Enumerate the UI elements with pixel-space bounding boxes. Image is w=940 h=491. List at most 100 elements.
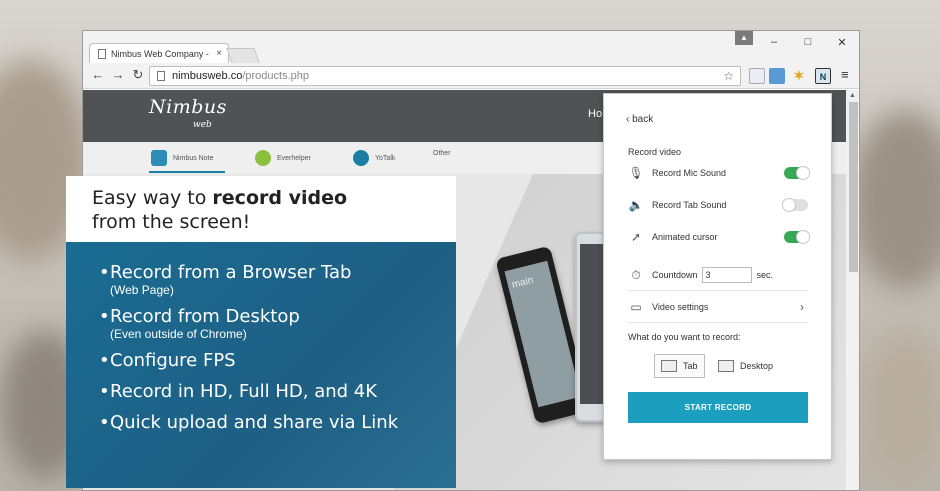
feature-title: Record in HD, Full HD, and 4K <box>110 381 456 403</box>
subnav-active-indicator <box>149 171 225 173</box>
extension-icon[interactable] <box>769 68 785 84</box>
toggle-knob <box>782 198 796 212</box>
record-target-question: What do you want to record: <box>628 332 741 342</box>
yotalk-icon <box>353 150 369 166</box>
promo-heading-bold: record video <box>212 187 348 209</box>
feature-list: Record from a Browser Tab (Web Page) Rec… <box>66 242 456 488</box>
reload-icon[interactable]: ↻ <box>131 68 145 82</box>
cursor-icon: ➚ <box>630 230 642 244</box>
feature-item: Configure FPS <box>110 350 456 372</box>
subnav-item-yotalk[interactable]: YoTalk <box>353 150 395 166</box>
url-path: /products.php <box>242 70 309 82</box>
subnav-label: Everhelper <box>277 154 311 162</box>
mic-sound-toggle[interactable] <box>784 166 810 180</box>
feature-subtitle: (Even outside of Chrome) <box>110 327 247 341</box>
extension-icon[interactable]: ✶ <box>791 68 807 84</box>
tab-icon <box>661 360 677 372</box>
back-label: back <box>632 114 654 125</box>
feature-title: Configure FPS <box>110 350 456 372</box>
feature-item: Quick upload and share via Link <box>110 412 456 434</box>
stopwatch-icon: ⏱ <box>631 267 641 282</box>
feature-title: Record from Desktop <box>110 306 456 328</box>
tab-close-icon[interactable]: × <box>216 48 222 59</box>
record-tab-label: Tab <box>683 361 698 371</box>
title-bar: Nimbus Web Company - N × ▲ – □ ✕ <box>83 31 859 63</box>
logo-subtext: web <box>193 120 212 130</box>
page-icon <box>157 71 165 81</box>
option-tab-sound: 🔈 Record Tab Sound <box>628 194 808 216</box>
nimbus-logo[interactable]: Nimbus web <box>149 96 227 130</box>
feature-item: Record from a Browser Tab (Web Page) <box>110 262 456 297</box>
animated-cursor-toggle[interactable] <box>784 230 810 244</box>
new-tab-button[interactable] <box>226 48 260 63</box>
feature-title: Quick upload and share via Link <box>110 412 456 434</box>
promo-heading-prefix: Easy way to <box>92 187 213 209</box>
menu-icon[interactable]: ≡ <box>841 67 849 82</box>
video-settings-label: Video settings <box>652 302 709 312</box>
record-desktop-label: Desktop <box>740 361 774 371</box>
tab-title: Nimbus Web Company - N <box>111 48 211 59</box>
record-tab-option[interactable]: Tab <box>654 354 705 378</box>
divider <box>628 290 808 291</box>
promo-card: Easy way to record video from the screen… <box>66 176 456 488</box>
countdown-unit: sec. <box>756 270 774 280</box>
record-video-popup: ‹ back Record video 🎙 Record Mic Sound 🔈… <box>603 93 832 460</box>
option-label: Record Mic Sound <box>652 168 727 178</box>
countdown-input[interactable]: 3 <box>701 267 752 283</box>
maximize-button[interactable]: □ <box>801 36 815 48</box>
speaker-icon: 🔈 <box>628 198 644 212</box>
page-scrollbar[interactable]: ▲ <box>846 90 859 490</box>
back-link[interactable]: ‹ back <box>626 114 653 125</box>
background-blur <box>850 110 940 290</box>
bookmark-star-icon[interactable]: ☆ <box>723 69 734 83</box>
promo-heading: Easy way to record video from the screen… <box>66 176 456 242</box>
feature-item: Record in HD, Full HD, and 4K <box>110 381 456 403</box>
subnav-item-everhelper[interactable]: Everhelper <box>255 150 311 166</box>
subnav-item-other[interactable]: Other <box>433 150 451 157</box>
url-host: nimbusweb.co <box>172 70 243 82</box>
scroll-up-icon[interactable]: ▲ <box>849 92 856 99</box>
monitor-icon <box>718 360 734 372</box>
divider <box>628 322 808 323</box>
chevron-right-icon: › <box>800 300 804 314</box>
nav-home-link[interactable]: Ho <box>588 108 602 120</box>
countdown-label: Countdown <box>652 270 698 280</box>
video-settings-row[interactable]: ▭ Video settings › <box>628 296 808 318</box>
minimize-button[interactable]: – <box>767 36 781 48</box>
scroll-thumb[interactable] <box>849 102 858 272</box>
nimbus-note-icon <box>151 150 167 166</box>
option-animated-cursor: ➚ Animated cursor <box>628 226 810 248</box>
feature-item: Record from Desktop (Even outside of Chr… <box>110 306 456 341</box>
toggle-knob <box>796 166 810 180</box>
toggle-knob <box>796 230 810 244</box>
video-camera-icon: ▭ <box>630 300 642 314</box>
feature-subtitle: (Web Page) <box>110 283 174 297</box>
subnav-label: Other <box>433 150 451 157</box>
forward-arrow-icon[interactable]: → <box>111 68 125 82</box>
extension-icon[interactable] <box>749 68 765 84</box>
record-desktop-option[interactable]: Desktop <box>712 354 779 378</box>
subnav-item-nimbus-note[interactable]: Nimbus Note <box>151 150 213 166</box>
phone-screen <box>580 244 604 404</box>
section-title: Record video <box>628 147 682 157</box>
logo-text: Nimbus <box>149 96 227 118</box>
option-label: Animated cursor <box>652 232 718 242</box>
background-blur <box>860 330 940 480</box>
back-arrow-icon[interactable]: ← <box>91 68 105 82</box>
countdown-row: ⏱ Countdown 3 sec. <box>628 264 808 286</box>
start-record-button[interactable]: START RECORD <box>628 392 808 423</box>
promo-heading-line1: Easy way to record video <box>92 186 456 210</box>
nimbus-extension-icon[interactable]: N <box>815 68 831 84</box>
tab-sound-toggle[interactable] <box>782 198 808 212</box>
close-window-button[interactable]: ✕ <box>835 36 849 49</box>
everhelper-icon <box>255 150 271 166</box>
option-mic-sound: 🎙 Record Mic Sound <box>628 162 810 184</box>
promo-heading-line2: from the screen! <box>92 211 251 233</box>
address-bar[interactable]: nimbusweb.co/products.php ☆ <box>149 66 741 86</box>
subnav-label: Nimbus Note <box>173 154 214 162</box>
microphone-icon: 🎙 <box>628 166 644 180</box>
browser-toolbar: ← → ↻ nimbusweb.co/products.php ☆ ✶ N ≡ <box>83 63 859 89</box>
page-icon <box>98 48 106 59</box>
browser-tab[interactable]: Nimbus Web Company - N × <box>89 43 229 63</box>
user-profile-icon[interactable]: ▲ <box>735 31 753 45</box>
